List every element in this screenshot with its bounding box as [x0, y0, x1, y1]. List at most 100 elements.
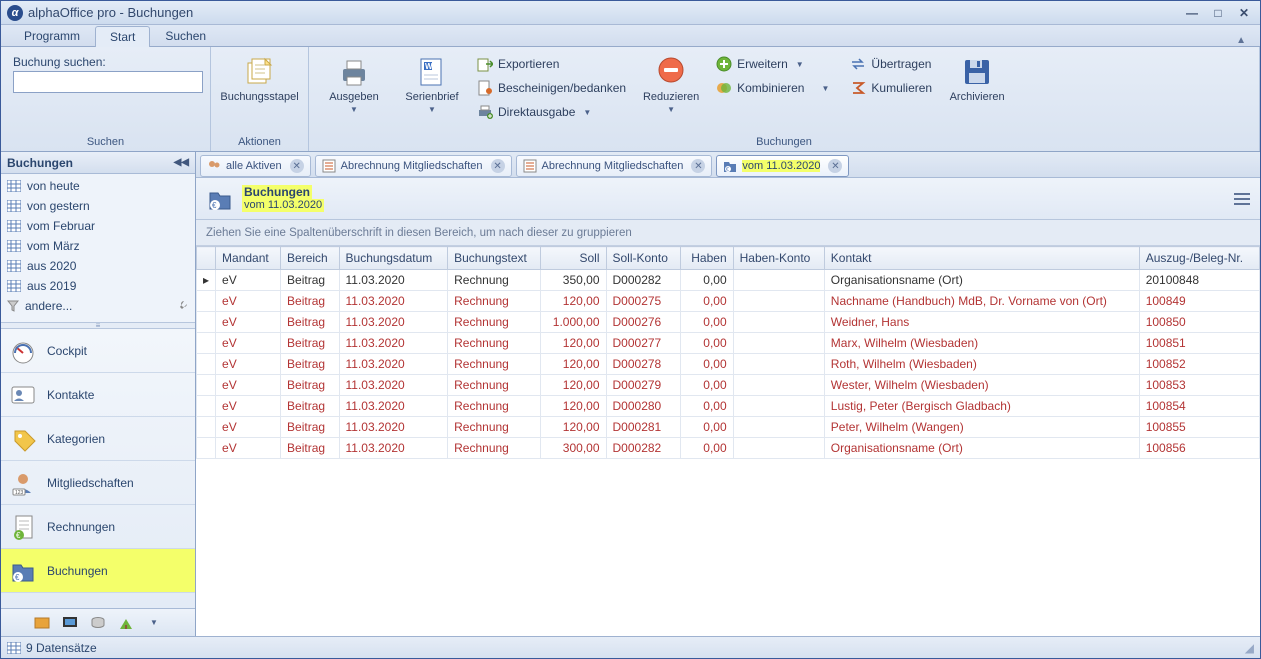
close-tab-icon[interactable]: ✕: [691, 159, 705, 173]
doc-tab-vom-datum[interactable]: € vom 11.03.2020 ✕: [716, 155, 849, 177]
left-panel: Buchungen ◀◀ von heutevon gesternvom Feb…: [1, 152, 196, 636]
app-window: α alphaOffice pro - Buchungen — □ ✕ Prog…: [0, 0, 1261, 659]
table-row[interactable]: eVBeitrag11.03.2020Rechnung120,00D000280…: [197, 396, 1260, 417]
collapse-panel-icon[interactable]: ◀◀: [174, 157, 189, 168]
bookings-icon: €: [723, 159, 737, 173]
col-kontakt[interactable]: Kontakt: [824, 247, 1139, 270]
col-soll[interactable]: Soll: [541, 247, 606, 270]
col-habenkonto[interactable]: Haben-Konto: [733, 247, 824, 270]
close-tab-icon[interactable]: ✕: [828, 159, 842, 173]
titlebar: α alphaOffice pro - Buchungen — □ ✕: [1, 1, 1260, 25]
export-icon: [477, 56, 493, 72]
kumulieren-button[interactable]: Kumulieren: [844, 77, 938, 99]
nav-shortcut-3-icon[interactable]: [89, 614, 107, 632]
table-icon: [7, 220, 21, 232]
maximize-button[interactable]: □: [1208, 5, 1228, 21]
buchungsstapel-button[interactable]: Buchungsstapel: [221, 51, 299, 108]
tab-start[interactable]: Start: [95, 26, 150, 47]
filter-item[interactable]: von gestern: [3, 196, 193, 216]
doc-tab-abrechnung-1[interactable]: Abrechnung Mitgliedschaften ✕: [315, 155, 512, 177]
nav-shortcut-2-icon[interactable]: [61, 614, 79, 632]
ribbon-toggle-icon[interactable]: ▲: [1230, 35, 1252, 46]
filter-item[interactable]: von heute: [3, 176, 193, 196]
nav-mitgliedschaften[interactable]: 123 Mitgliedschaften: [1, 461, 195, 505]
nav-rechnungen[interactable]: € Rechnungen: [1, 505, 195, 549]
minimize-button[interactable]: —: [1182, 5, 1202, 21]
svg-text:€: €: [212, 201, 217, 210]
col-buchungstext[interactable]: Buchungstext: [448, 247, 541, 270]
ribbon-tabs: Programm Start Suchen ▲: [1, 25, 1260, 47]
dropdown-icon: ▼: [821, 84, 829, 93]
view-options-icon[interactable]: [1234, 192, 1250, 206]
col-sollkonto[interactable]: Soll-Konto: [606, 247, 680, 270]
col-haben[interactable]: Haben: [680, 247, 733, 270]
dropdown-icon: ▼: [667, 105, 675, 114]
table-row[interactable]: eVBeitrag11.03.2020Rechnung300,00D000282…: [197, 438, 1260, 459]
col-buchungsdatum[interactable]: Buchungsdatum: [339, 247, 448, 270]
kombinieren-button[interactable]: Kombinieren ▼: [710, 77, 835, 99]
uebertragen-button[interactable]: Übertragen: [844, 53, 938, 75]
reduzieren-button[interactable]: Reduzieren ▼: [632, 51, 710, 118]
nav-kategorien[interactable]: Kategorien: [1, 417, 195, 461]
archivieren-button[interactable]: Archivieren: [938, 51, 1016, 108]
nav-shortcut-4-icon[interactable]: [117, 614, 135, 632]
filter-item[interactable]: andere...: [3, 296, 193, 316]
doc-tab-alle-aktiven[interactable]: alle Aktiven ✕: [200, 155, 311, 177]
bescheinigen-button[interactable]: Bescheinigen/bedanken: [471, 77, 632, 99]
erweitern-button[interactable]: Erweitern ▼: [710, 53, 835, 75]
table-icon: [7, 260, 21, 272]
direktausgabe-button[interactable]: Direktausgabe ▼: [471, 101, 632, 123]
tab-programm[interactable]: Programm: [9, 25, 95, 46]
filter-item[interactable]: aus 2020: [3, 256, 193, 276]
table-row[interactable]: eVBeitrag11.03.2020Rechnung120,00D000281…: [197, 417, 1260, 438]
filter-item[interactable]: vom März: [3, 236, 193, 256]
rib-group-buchungen: Buchungen: [309, 136, 1259, 151]
table-row[interactable]: eVBeitrag11.03.2020Rechnung120,00D000277…: [197, 333, 1260, 354]
table-icon: [7, 280, 21, 292]
svg-text:W: W: [425, 62, 433, 71]
filter-item[interactable]: aus 2019: [3, 276, 193, 296]
table-row[interactable]: eVBeitrag11.03.2020Rechnung120,00D000278…: [197, 354, 1260, 375]
doc-tab-abrechnung-2[interactable]: Abrechnung Mitgliedschaften ✕: [516, 155, 713, 177]
nav-kontakte[interactable]: Kontakte: [1, 373, 195, 417]
group-by-hint[interactable]: Ziehen Sie eine Spaltenüberschrift in di…: [196, 220, 1260, 246]
close-tab-icon[interactable]: ✕: [290, 159, 304, 173]
table-row[interactable]: eVBeitrag11.03.2020Rechnung120,00D000275…: [197, 291, 1260, 312]
doc-subtitle: vom 11.03.2020: [242, 199, 324, 212]
table-row[interactable]: eVBeitrag11.03.2020Rechnung120,00D000279…: [197, 375, 1260, 396]
stack-documents-icon: [243, 55, 277, 89]
rib-group-suchen: Suchen: [1, 136, 210, 151]
nav-shortcut-1-icon[interactable]: [33, 614, 51, 632]
workspace: Buchungen ◀◀ von heutevon gesternvom Feb…: [1, 152, 1260, 636]
close-button[interactable]: ✕: [1234, 5, 1254, 21]
exportieren-button[interactable]: Exportieren: [471, 53, 632, 75]
wrench-icon[interactable]: [175, 299, 189, 313]
table-row[interactable]: eVBeitrag11.03.2020Rechnung1.000,00D0002…: [197, 312, 1260, 333]
col-mandant[interactable]: Mandant: [216, 247, 281, 270]
nav-section: Cockpit Kontakte Kategorien 123 Mitglied…: [1, 329, 195, 608]
close-tab-icon[interactable]: ✕: [491, 159, 505, 173]
col-bereich[interactable]: Bereich: [281, 247, 339, 270]
nav-buchungen[interactable]: € Buchungen: [1, 549, 195, 593]
people-icon: [207, 159, 221, 173]
nav-cockpit[interactable]: Cockpit: [1, 329, 195, 373]
col-auszug[interactable]: Auszug-/Beleg-Nr.: [1139, 247, 1259, 270]
table-icon: [7, 200, 21, 212]
serienbrief-button[interactable]: W Serienbrief ▼: [393, 51, 471, 118]
printer-icon: [337, 55, 371, 89]
window-title: alphaOffice pro - Buchungen: [28, 5, 1182, 20]
filter-item[interactable]: vom Februar: [3, 216, 193, 236]
table-row[interactable]: ▸eVBeitrag11.03.2020Rechnung350,00D00028…: [197, 270, 1260, 291]
tab-suchen[interactable]: Suchen: [150, 25, 221, 46]
resize-grip-icon[interactable]: ◢: [1245, 641, 1254, 655]
nav-footer-dropdown-icon[interactable]: ▼: [145, 614, 163, 632]
dropdown-icon: ▼: [583, 108, 591, 117]
data-grid[interactable]: Mandant Bereich Buchungsdatum Buchungste…: [196, 246, 1260, 636]
search-input[interactable]: [13, 71, 203, 93]
search-label: Buchung suchen:: [13, 55, 106, 69]
list-icon: [523, 159, 537, 173]
ausgeben-button[interactable]: Ausgeben ▼: [315, 51, 393, 118]
gauge-icon: [9, 337, 37, 365]
column-headers[interactable]: Mandant Bereich Buchungsdatum Buchungste…: [197, 247, 1260, 270]
filter-list: von heutevon gesternvom Februarvom Märza…: [1, 174, 195, 323]
